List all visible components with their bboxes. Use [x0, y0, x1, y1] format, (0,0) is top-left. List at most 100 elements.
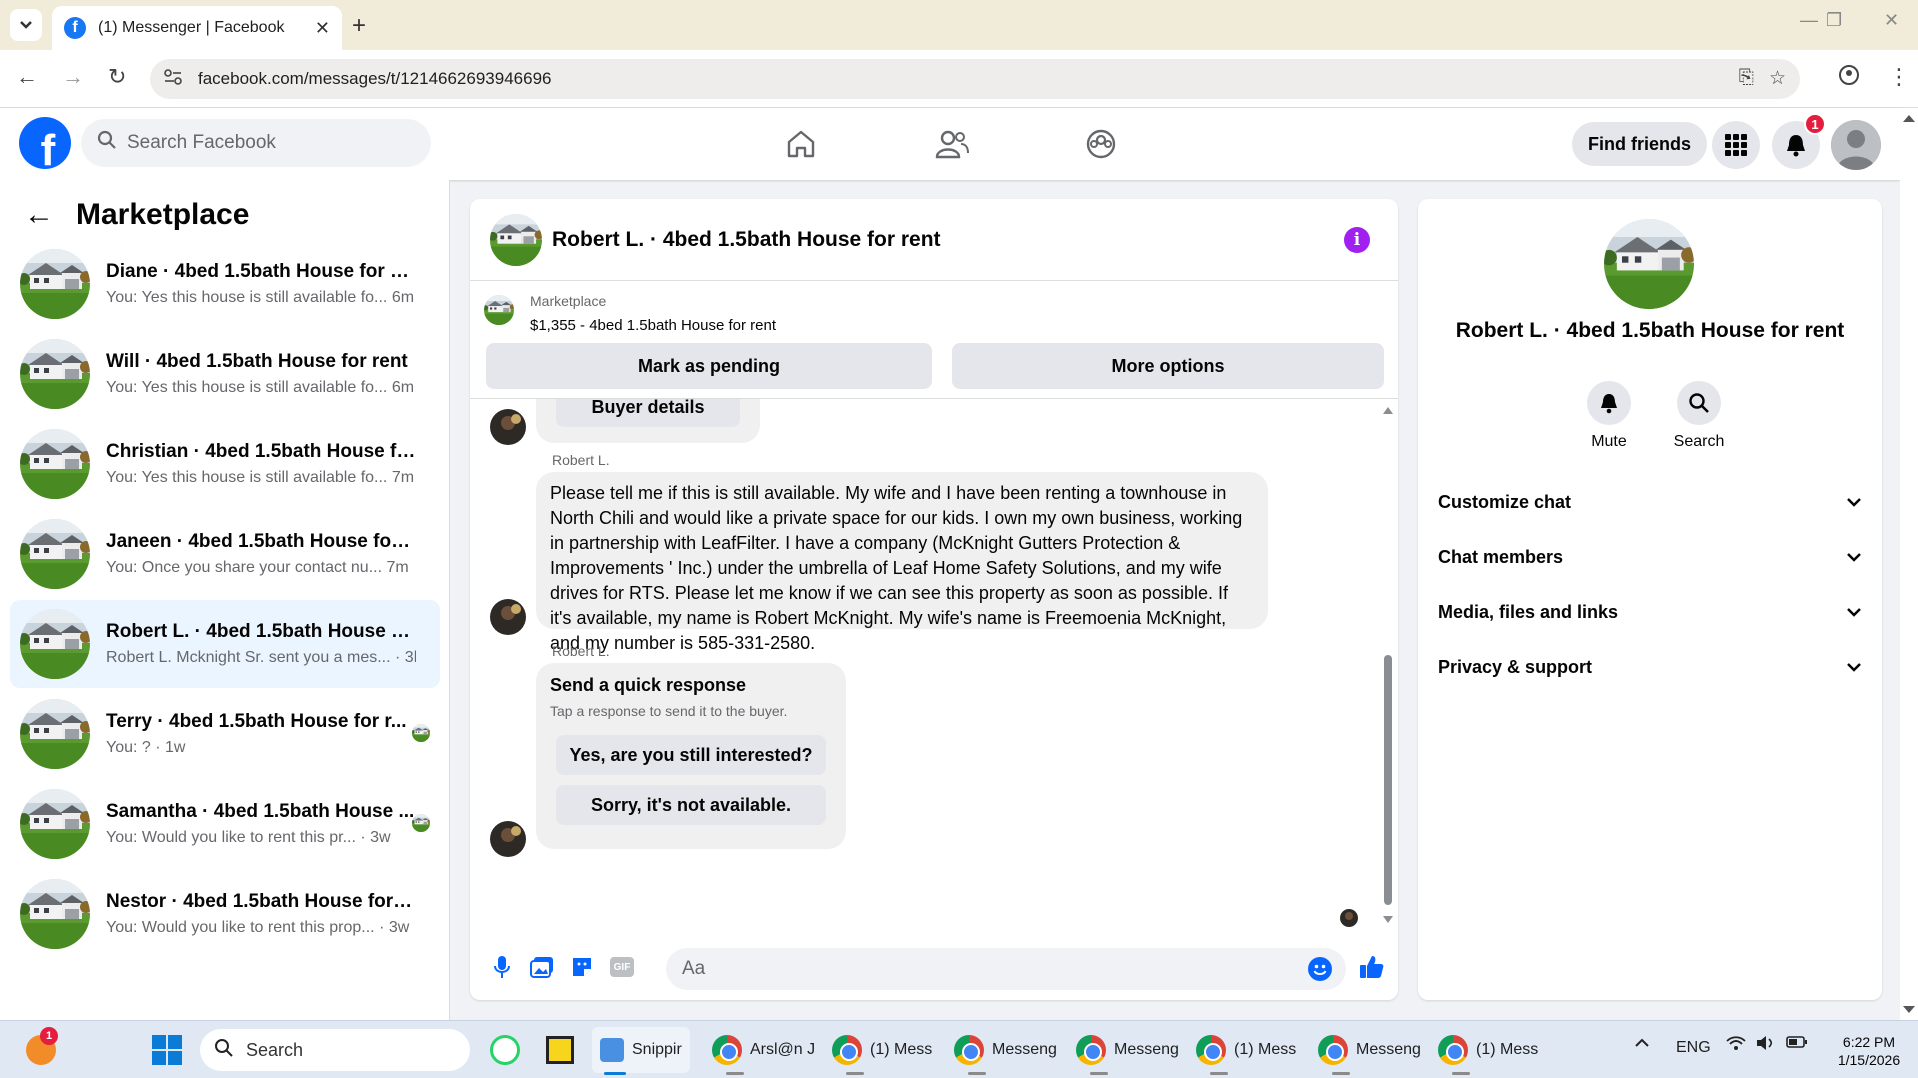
taskbar-chrome-window[interactable]: Arsl@n J — [712, 1027, 815, 1075]
facebook-logo-icon[interactable]: f — [19, 117, 71, 169]
conversation-name: Robert L. · 4bed 1.5bath House for... — [106, 621, 416, 642]
restore-icon[interactable]: ❐ — [1826, 10, 1842, 31]
groups-nav-icon[interactable] — [1081, 124, 1121, 164]
browser-tab-messenger[interactable]: f (1) Messenger | Facebook ✕ — [52, 6, 342, 50]
conversation-item[interactable]: Nestor · 4bed 1.5bath House for re... Yo… — [10, 870, 440, 958]
bell-icon — [1587, 381, 1631, 425]
taskbar-chrome-window[interactable]: (1) Mess — [832, 1027, 932, 1075]
conversation-name: Nestor · 4bed 1.5bath House for re... — [106, 891, 416, 912]
media-files-links-row[interactable]: Media, files and links — [1438, 587, 1862, 637]
search-icon — [1677, 381, 1721, 425]
privacy-support-row[interactable]: Privacy & support — [1438, 642, 1862, 692]
taskbar-search-input[interactable]: Search — [200, 1029, 470, 1071]
listing-price-title[interactable]: $1,355 - 4bed 1.5bath House for rent — [530, 317, 776, 334]
profile-account-icon[interactable] — [1838, 64, 1860, 92]
taskbar-item-label: Messeng — [1114, 1041, 1179, 1058]
whatsapp-icon[interactable] — [490, 1027, 520, 1073]
chat-title[interactable]: Robert L. · 4bed 1.5bath House for rent — [552, 228, 941, 252]
message-bubble: Please tell me if this is still availabl… — [536, 472, 1268, 653]
scroll-down-icon[interactable] — [1382, 915, 1394, 925]
quick-response-bubble: Send a quick response Tap a response to … — [536, 663, 846, 849]
friends-nav-icon[interactable] — [932, 124, 972, 164]
buyer-details-button[interactable]: Buyer details — [556, 399, 740, 427]
reload-icon[interactable]: ↻ — [108, 64, 126, 90]
quick-reply-still-interested-button[interactable]: Yes, are you still interested? — [556, 735, 826, 775]
scroll-up-icon[interactable] — [1900, 112, 1918, 124]
facebook-search-input[interactable]: Search Facebook — [81, 119, 431, 167]
mark-as-pending-button[interactable]: Mark as pending — [486, 343, 932, 389]
photo-icon[interactable] — [528, 953, 556, 981]
conversation-item[interactable]: Samantha · 4bed 1.5bath House ... You: W… — [10, 780, 440, 868]
volume-icon[interactable] — [1756, 1035, 1776, 1056]
emoji-icon[interactable] — [1308, 957, 1332, 981]
conversation-item[interactable]: Janeen · 4bed 1.5bath House for re... Yo… — [10, 510, 440, 598]
conversation-time: 7m — [386, 559, 409, 576]
site-info-icon[interactable] — [164, 68, 182, 90]
sender-avatar — [490, 409, 526, 445]
conversation-item[interactable]: Diane · 4bed 1.5bath House for rent You:… — [10, 240, 440, 328]
scroll-up-icon[interactable] — [1382, 405, 1394, 415]
taskbar-chrome-window[interactable]: Messeng — [954, 1027, 1057, 1075]
more-options-button[interactable]: More options — [952, 343, 1384, 389]
info-icon[interactable]: i — [1344, 227, 1370, 253]
apps-menu-icon[interactable] — [1712, 121, 1760, 169]
account-avatar[interactable] — [1831, 120, 1881, 170]
browser-menu-icon[interactable]: ⋮ — [1888, 64, 1910, 90]
taskbar-chrome-window[interactable]: (1) Mess — [1196, 1027, 1296, 1075]
taskbar-chrome-window[interactable]: Messeng — [1318, 1027, 1421, 1075]
search-in-chat-button[interactable]: Search — [1659, 381, 1739, 451]
url-bar[interactable]: facebook.com/messages/t/1214662693946696… — [150, 59, 1800, 99]
home-nav-icon[interactable] — [781, 124, 821, 164]
find-friends-button[interactable]: Find friends — [1572, 122, 1707, 166]
chat-scrollbar[interactable] — [1382, 405, 1394, 925]
conversation-item-active[interactable]: Robert L. · 4bed 1.5bath House for... Ro… — [10, 600, 440, 688]
conversation-item[interactable]: Christian · 4bed 1.5bath House for ... Y… — [10, 420, 440, 508]
battery-icon[interactable] — [1786, 1035, 1808, 1054]
gif-icon[interactable]: GIF — [608, 953, 636, 981]
taskbar-chrome-window[interactable]: (1) Mess — [1438, 1027, 1538, 1075]
back-arrow-icon[interactable]: ← — [24, 198, 54, 232]
listing-thumbnail — [20, 609, 90, 679]
sticky-notes-icon[interactable] — [546, 1027, 574, 1073]
customize-chat-row[interactable]: Customize chat — [1438, 477, 1862, 527]
quick-reply-not-available-button[interactable]: Sorry, it's not available. — [556, 785, 826, 825]
new-tab-button[interactable]: + — [352, 12, 366, 40]
show-hidden-icons-chevron-up-icon[interactable] — [1634, 1035, 1650, 1053]
taskbar-snipping-tool[interactable]: Snippir — [592, 1027, 690, 1075]
chat-panel: Robert L. · 4bed 1.5bath House for rent … — [470, 199, 1398, 1000]
conversation-item[interactable]: Terry · 4bed 1.5bath House for r... You:… — [10, 690, 440, 778]
taskbar-chrome-window[interactable]: Messeng — [1076, 1027, 1179, 1075]
minimize-icon[interactable]: — — [1800, 10, 1818, 31]
conversation-name: Terry · 4bed 1.5bath House for r... — [106, 711, 407, 732]
close-tab-icon[interactable]: ✕ — [315, 18, 330, 39]
chat-avatar[interactable] — [490, 214, 542, 266]
notification-count-badge: 1 — [1804, 113, 1826, 135]
sticker-icon[interactable] — [568, 953, 596, 981]
close-window-icon[interactable]: ✕ — [1884, 10, 1899, 31]
scroll-down-icon[interactable] — [1900, 1004, 1918, 1016]
page-scrollbar[interactable] — [1900, 108, 1918, 1020]
microphone-icon[interactable] — [488, 953, 516, 981]
wifi-icon[interactable] — [1726, 1035, 1746, 1056]
taskbar-clock[interactable]: 6:22 PM 1/15/2026 — [1824, 1033, 1914, 1069]
like-thumbs-up-icon[interactable] — [1358, 953, 1386, 981]
facebook-header: f Search Facebook Find friends 1 — [0, 108, 1900, 180]
mute-button[interactable]: Mute — [1569, 381, 1649, 451]
bookmark-star-icon[interactable]: ☆ — [1769, 67, 1786, 90]
weather-widget-icon[interactable]: 1 — [26, 1027, 58, 1073]
tab-search-button[interactable] — [10, 9, 42, 41]
chat-members-row[interactable]: Chat members — [1438, 532, 1862, 582]
windows-start-icon[interactable] — [152, 1027, 182, 1073]
listing-thumbnail — [20, 879, 90, 949]
install-app-icon[interactable]: ⎘ — [1739, 67, 1754, 89]
forward-icon[interactable]: → — [62, 64, 84, 90]
language-indicator[interactable]: ENG — [1676, 1039, 1711, 1057]
message-input[interactable]: Aa — [666, 948, 1346, 990]
conversation-item[interactable]: Will · 4bed 1.5bath House for rent You: … — [10, 330, 440, 418]
listing-thumbnail — [20, 339, 90, 409]
chevron-down-icon — [20, 21, 32, 29]
mute-label: Mute — [1591, 433, 1627, 450]
scrollbar-thumb[interactable] — [1384, 655, 1392, 905]
section-label: Customize chat — [1438, 491, 1572, 512]
back-icon[interactable]: ← — [16, 64, 38, 90]
